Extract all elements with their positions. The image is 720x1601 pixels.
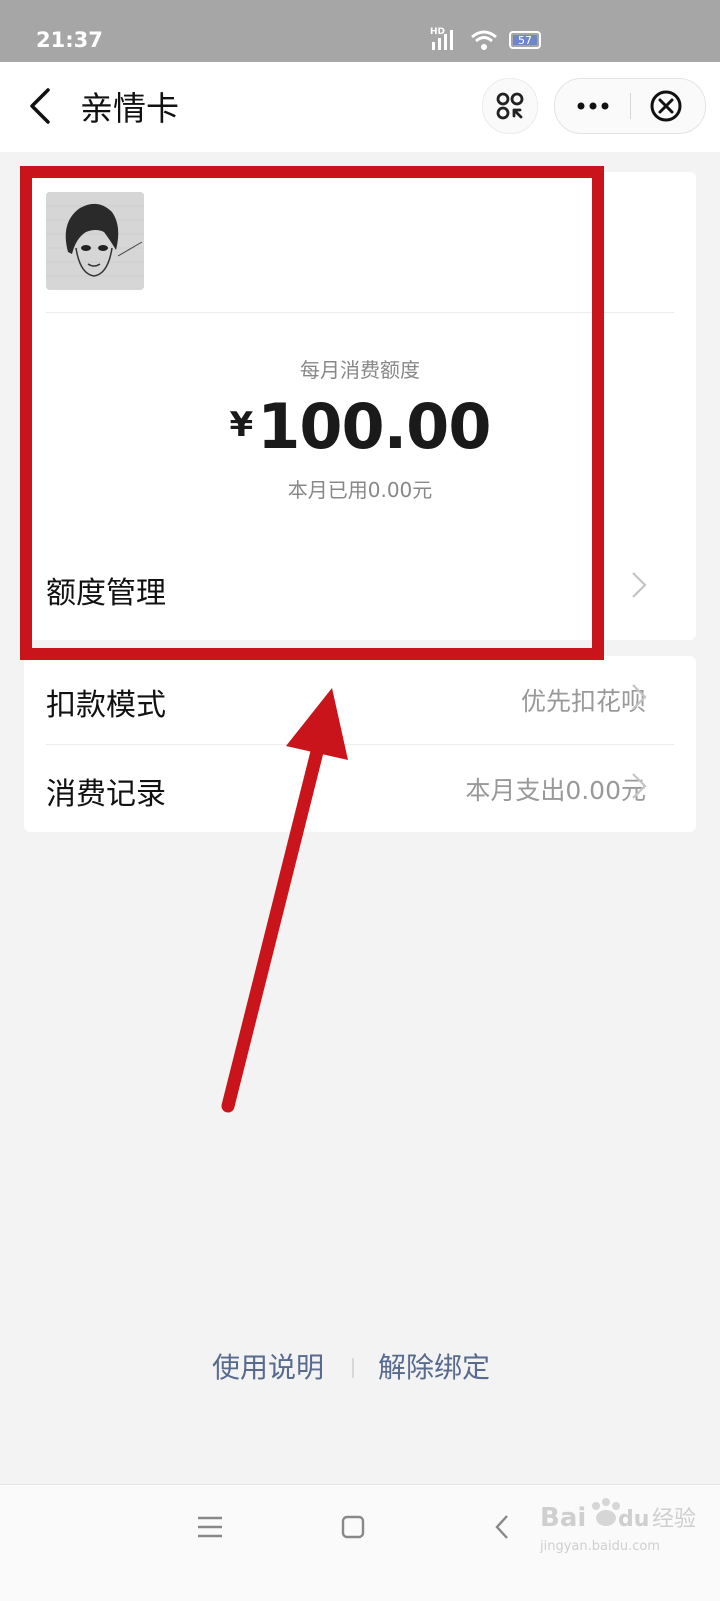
baidu-paw-icon: Bai du 经验 jingyan.baidu.com bbox=[540, 1498, 696, 1554]
home-icon[interactable] bbox=[340, 1514, 366, 1540]
settings-list: 扣款模式 优先扣花呗 消费记录 本月支出0.00元 bbox=[24, 656, 696, 832]
back-icon[interactable] bbox=[492, 1513, 512, 1541]
menu-icon[interactable] bbox=[196, 1515, 224, 1539]
deduction-mode-row[interactable]: 扣款模式 优先扣花呗 bbox=[24, 656, 696, 744]
chevron-left-icon[interactable] bbox=[26, 86, 56, 126]
deduction-mode-value: 优先扣花呗 bbox=[520, 687, 646, 716]
spending-record-label: 消费记录 bbox=[46, 777, 166, 812]
network-label: HD bbox=[430, 27, 445, 37]
instructions-link[interactable]: 使用说明 bbox=[212, 1346, 324, 1386]
status-icons: HD 57 bbox=[430, 27, 541, 50]
watermark-url: jingyan.baidu.com bbox=[540, 1539, 660, 1554]
footer-links: 使用说明 解除绑定 bbox=[0, 1346, 720, 1386]
close-button[interactable] bbox=[630, 79, 705, 133]
status-time: 21:37 bbox=[36, 28, 103, 52]
chevron-right-icon bbox=[632, 773, 647, 799]
link-divider bbox=[352, 1358, 354, 1378]
mini-program-scan-icon bbox=[496, 92, 524, 120]
svg-text:57: 57 bbox=[518, 34, 532, 47]
close-circle-icon bbox=[650, 90, 682, 122]
chevron-right-icon bbox=[632, 684, 647, 710]
chevron-right-icon bbox=[632, 572, 647, 598]
more-dots-icon bbox=[577, 102, 609, 110]
unbind-link[interactable]: 解除绑定 bbox=[378, 1346, 490, 1386]
watermark-text-jingyan: 经验 bbox=[652, 1507, 696, 1532]
watermark-text-bai: Bai bbox=[540, 1503, 586, 1533]
spending-record-value: 本月支出0.00元 bbox=[465, 776, 646, 805]
spending-record-row[interactable]: 消费记录 本月支出0.00元 bbox=[24, 745, 696, 832]
deduction-mode-label: 扣款模式 bbox=[46, 688, 166, 723]
more-button[interactable] bbox=[555, 79, 630, 133]
nav-bar: 亲情卡 bbox=[0, 62, 720, 152]
baidu-watermark: Bai du 经验 jingyan.baidu.com bbox=[540, 1496, 710, 1558]
wifi-icon bbox=[471, 30, 497, 50]
status-bar: 21:37 HD 57 bbox=[0, 0, 720, 62]
page-title: 亲情卡 bbox=[80, 89, 179, 128]
capsule-menu bbox=[554, 78, 706, 134]
highlight-box bbox=[20, 166, 604, 660]
battery-icon: 57 bbox=[509, 31, 541, 49]
mini-program-scan-button[interactable] bbox=[482, 78, 538, 134]
watermark-text-du: du bbox=[618, 1507, 649, 1532]
